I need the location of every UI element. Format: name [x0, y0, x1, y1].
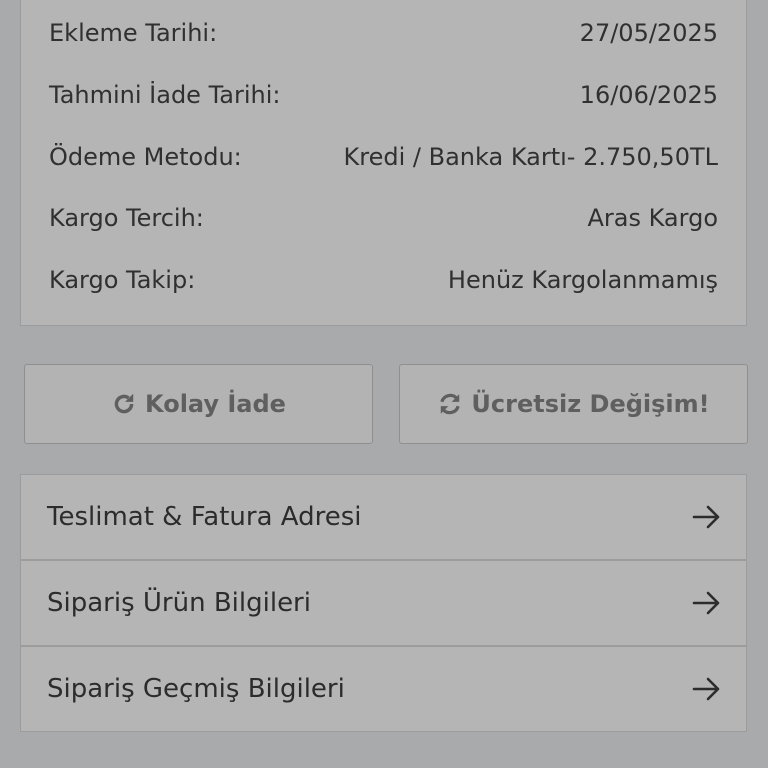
easy-return-label: Kolay İade	[145, 390, 286, 418]
link-label: Sipariş Geçmiş Bilgileri	[47, 674, 345, 704]
info-value: Henüz Kargolanmamış	[447, 266, 718, 294]
info-label: Ekleme Tarihi:	[49, 19, 218, 47]
refresh-icon	[440, 393, 461, 415]
info-row-return-date: Tahmini İade Tarihi: 16/06/2025	[49, 75, 718, 115]
info-label: Ödeme Metodu:	[49, 143, 242, 171]
order-detail-page: Ekleme Tarihi: 27/05/2025 Tahmini İade T…	[0, 0, 768, 768]
info-row-added-date: Ekleme Tarihi: 27/05/2025	[49, 13, 718, 53]
info-label: Tahmini İade Tarihi:	[49, 81, 281, 109]
order-info-card: Ekleme Tarihi: 27/05/2025 Tahmini İade T…	[20, 0, 747, 326]
info-row-shipping-tracking: Kargo Takip: Henüz Kargolanmamış	[49, 260, 718, 300]
info-label: Kargo Takip:	[49, 266, 196, 294]
link-order-history-info[interactable]: Sipariş Geçmiş Bilgileri	[20, 646, 747, 732]
info-row-shipping-choice: Kargo Tercih: Aras Kargo	[49, 198, 718, 238]
arrow-right-icon	[692, 677, 720, 701]
easy-return-button[interactable]: Kolay İade	[24, 364, 373, 444]
arrow-right-icon	[692, 591, 720, 615]
free-exchange-label: Ücretsiz Değişim!	[471, 390, 710, 418]
arrow-right-icon	[692, 505, 720, 529]
link-label: Teslimat & Fatura Adresi	[47, 502, 362, 532]
info-value: Aras Kargo	[587, 204, 718, 232]
info-row-payment-method: Ödeme Metodu: Kredi / Banka Kartı- 2.750…	[49, 137, 718, 177]
info-value: 27/05/2025	[579, 19, 718, 47]
info-value: Kredi / Banka Kartı- 2.750,50TL	[343, 143, 718, 171]
info-value: 16/06/2025	[579, 81, 718, 109]
free-exchange-button[interactable]: Ücretsiz Değişim!	[399, 364, 748, 444]
info-label: Kargo Tercih:	[49, 204, 204, 232]
rotate-cw-icon	[114, 393, 134, 414]
link-label: Sipariş Ürün Bilgileri	[47, 588, 311, 618]
link-shipping-billing-address[interactable]: Teslimat & Fatura Adresi	[20, 474, 747, 560]
link-order-product-info[interactable]: Sipariş Ürün Bilgileri	[20, 560, 747, 646]
